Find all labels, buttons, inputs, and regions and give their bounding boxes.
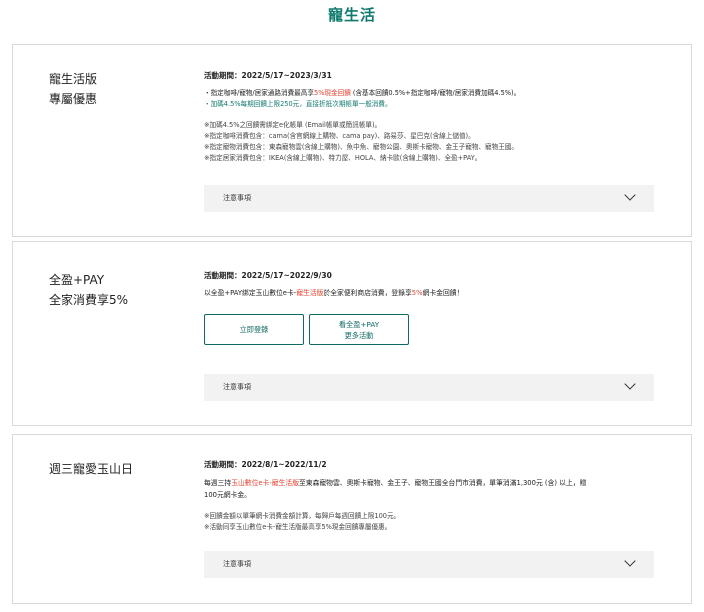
notice-accordion[interactable]: 注意事項 bbox=[204, 374, 654, 401]
promo-note: ※活動同享玉山數位e卡-寵生活版最高享5%現金回饋專屬優惠。 bbox=[204, 523, 392, 531]
promo-period: 活動期間：2022/5/17~2023/3/31 bbox=[204, 71, 332, 80]
promo-body: 以全盈+PAY綁定玉山數位e卡-寵生活版於全家便利商店消費，登錄享5%網卡金回饋… bbox=[204, 289, 464, 297]
card-heading: 寵生活版 專屬優惠 bbox=[49, 69, 97, 109]
more-activities-button[interactable]: 看全盈+PAY 更多活動 bbox=[309, 314, 409, 345]
offer-card-fullpay: 全盈+PAY 全家消費享5% 活動期間：2022/5/17~2022/9/30 … bbox=[12, 241, 692, 426]
card-heading-line: 全家消費享5% bbox=[49, 293, 129, 307]
promo-note: ※指定咖啡消費包含：cama(含官網線上購物、cama pay)、路易莎、星巴克… bbox=[204, 132, 475, 140]
offer-card-pet-life: 寵生活版 專屬優惠 活動期間：2022/5/17~2023/3/31 ・指定咖啡… bbox=[12, 44, 692, 237]
register-button[interactable]: 立即登錄 bbox=[204, 314, 304, 345]
promo-bullet: ・加碼4.5%每期回饋上限250元，直接折抵次期帳單一般消費。 bbox=[204, 100, 392, 108]
promo-body-line2: 100元網卡金。 bbox=[204, 491, 251, 499]
card-heading-line: 專屬優惠 bbox=[49, 92, 98, 106]
promo-note: ※回饋金額以單筆網卡消費金額計算，每歸戶每週回饋上限100元。 bbox=[204, 512, 401, 520]
promo-period: 活動期間：2022/8/1~2022/11/2 bbox=[204, 460, 327, 469]
notice-accordion[interactable]: 注意事項 bbox=[204, 185, 654, 212]
promo-bullet: ・指定咖啡/寵物/居家通路消費最高享5%現金回饋 (含基本回饋0.5%+指定咖啡… bbox=[204, 89, 521, 97]
card-heading: 全盈+PAY 全家消費享5% bbox=[49, 270, 128, 310]
card-heading-line: 寵生活版 bbox=[49, 72, 98, 86]
chevron-down-icon bbox=[624, 189, 636, 201]
promo-period: 活動期間：2022/5/17~2022/9/30 bbox=[204, 271, 332, 280]
chevron-down-icon bbox=[624, 555, 636, 567]
offer-card-wednesday: 週三寵愛玉山日 活動期間：2022/8/1~2022/11/2 每週三持玉山數位… bbox=[12, 434, 692, 604]
promo-note: ※指定居家消費包含：IKEA(含線上購物)、特力屋、HOLA、納卡歐(含線上購物… bbox=[204, 154, 482, 162]
card-content: 活動期間：2022/5/17~2022/9/30 以全盈+PAY綁定玉山數位e卡… bbox=[204, 270, 654, 299]
accordion-label: 注意事項 bbox=[223, 383, 251, 391]
chevron-down-icon bbox=[624, 378, 636, 390]
page-title: 寵生活 bbox=[327, 6, 376, 24]
accordion-label: 注意事項 bbox=[223, 560, 251, 568]
notice-accordion[interactable]: 注意事項 bbox=[204, 551, 654, 578]
card-heading-line: 週三寵愛玉山日 bbox=[49, 462, 134, 476]
promo-body: 每週三持玉山數位e卡-寵生活版至東森寵物雲、奧斯卡寵物、金王子、寵物王國全台門市… bbox=[204, 479, 587, 487]
promo-note: ※加碼4.5%之回饋需綁定e化帳單 (Email帳單或簡訊帳單)。 bbox=[204, 121, 382, 129]
card-heading-line: 全盈+PAY bbox=[49, 273, 105, 287]
card-heading: 週三寵愛玉山日 bbox=[49, 459, 133, 479]
card-content: 活動期間：2022/5/17~2023/3/31 ・指定咖啡/寵物/居家通路消費… bbox=[204, 70, 654, 164]
accordion-label: 注意事項 bbox=[223, 194, 251, 202]
promo-note: ※指定寵物消費包含：東森寵物雲(含線上購物)、魚中魚、寵物公園、奧斯卡寵物、金王… bbox=[204, 143, 518, 151]
card-content: 活動期間：2022/8/1~2022/11/2 每週三持玉山數位e卡-寵生活版至… bbox=[204, 459, 654, 533]
